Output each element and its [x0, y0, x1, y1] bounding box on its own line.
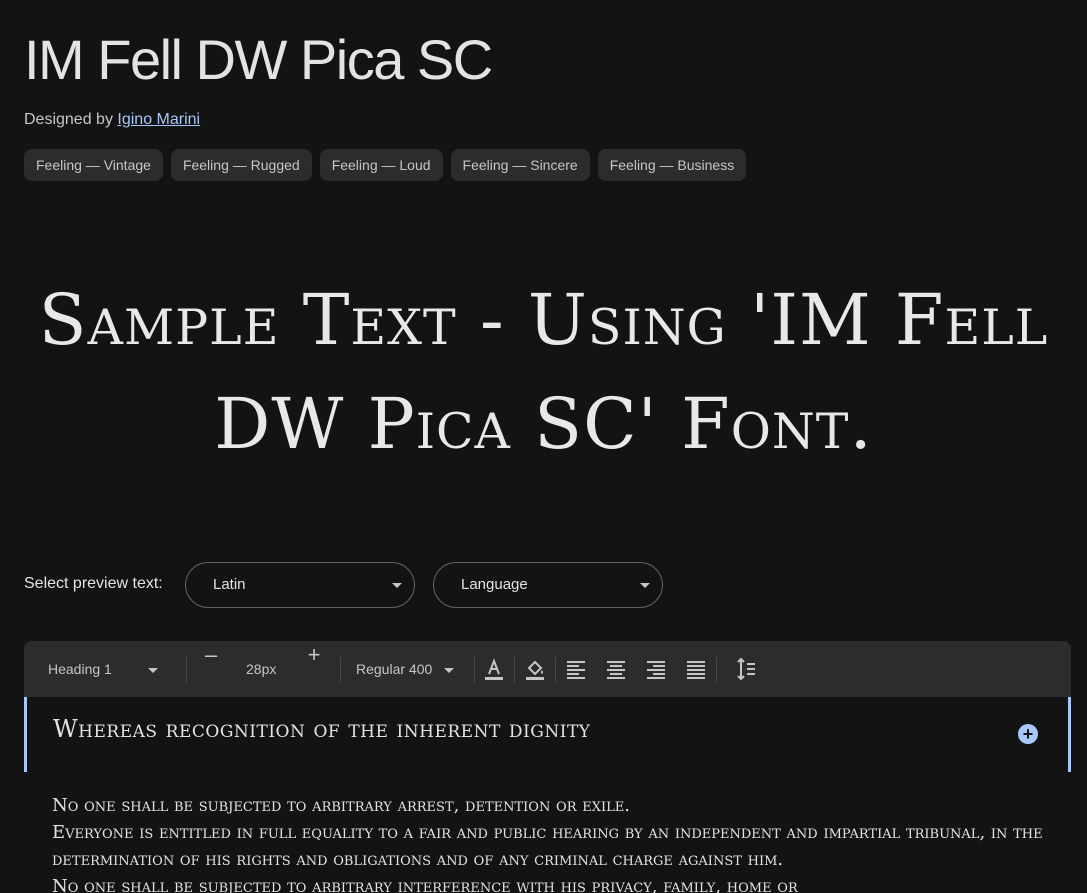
editor-paragraph[interactable]: No one shall be subjected to arbitrary i… [52, 873, 1052, 893]
feeling-tags: Feeling — Vintage Feeling — Rugged Feeli… [24, 149, 747, 181]
style-select[interactable]: Heading 1 [48, 641, 158, 697]
text-color-icon[interactable] [480, 655, 508, 683]
font-specimen-page: IM Fell DW Pica SC Designed by Igino Mar… [0, 0, 1087, 893]
highlight-color-icon[interactable] [521, 655, 549, 683]
dropdown-arrow-icon [640, 583, 650, 588]
toolbar-divider [514, 657, 515, 683]
add-block-icon[interactable]: + [1018, 724, 1038, 744]
designed-by-label: Designed by [24, 111, 113, 128]
script-select-value: Latin [213, 576, 246, 593]
style-select-value: Heading 1 [48, 661, 112, 677]
editor-paragraph[interactable]: No one shall be subjected to arbitrary a… [52, 792, 1052, 819]
sample-text: Sample Text - Using 'IM Fell DW Pica SC'… [38, 279, 1049, 465]
dropdown-arrow-icon [147, 667, 158, 673]
dropdown-arrow-icon [392, 583, 402, 588]
toolbar-divider [474, 657, 475, 683]
align-left-icon[interactable] [562, 655, 590, 683]
align-justify-icon[interactable] [682, 655, 710, 683]
designer-credit: Designed by Igino Marini [24, 111, 200, 129]
align-center-icon[interactable] [602, 655, 630, 683]
tag-vintage[interactable]: Feeling — Vintage [24, 149, 163, 181]
toolbar-divider [340, 657, 341, 683]
toolbar-divider [555, 657, 556, 683]
language-select[interactable]: Language [433, 562, 663, 608]
weight-select[interactable]: Regular 400 [356, 641, 455, 697]
line-height-icon[interactable] [731, 655, 759, 683]
editor-body[interactable]: No one shall be subjected to arbitrary a… [52, 792, 1052, 893]
tag-rugged[interactable]: Feeling — Rugged [170, 149, 312, 181]
tag-business[interactable]: Feeling — Business [597, 149, 747, 181]
toolbar-divider [716, 657, 717, 683]
editor-toolbar: Heading 1 – 28px + Regular 400 [24, 641, 1071, 697]
increase-size-button[interactable]: + [304, 641, 324, 697]
font-title: IM Fell DW Pica SC [24, 28, 493, 91]
language-select-value: Language [461, 576, 528, 593]
preview-label: Select preview text: [24, 575, 163, 592]
weight-select-value: Regular 400 [356, 661, 433, 677]
font-size-value[interactable]: 28px [246, 641, 276, 697]
decrease-size-button[interactable]: – [202, 641, 220, 697]
designer-link[interactable]: Igino Marini [117, 111, 200, 128]
editor-paragraph[interactable]: Everyone is entitled in full equality to… [52, 819, 1052, 873]
heading-line[interactable]: Whereas recognition of the inherent dign… [24, 697, 1071, 772]
tag-loud[interactable]: Feeling — Loud [319, 149, 443, 181]
script-select[interactable]: Latin [185, 562, 415, 608]
tag-sincere[interactable]: Feeling — Sincere [450, 149, 590, 181]
toolbar-divider [186, 657, 187, 683]
dropdown-arrow-icon [444, 667, 455, 673]
editor-heading[interactable]: Whereas recognition of the inherent dign… [53, 715, 591, 743]
align-right-icon[interactable] [642, 655, 670, 683]
